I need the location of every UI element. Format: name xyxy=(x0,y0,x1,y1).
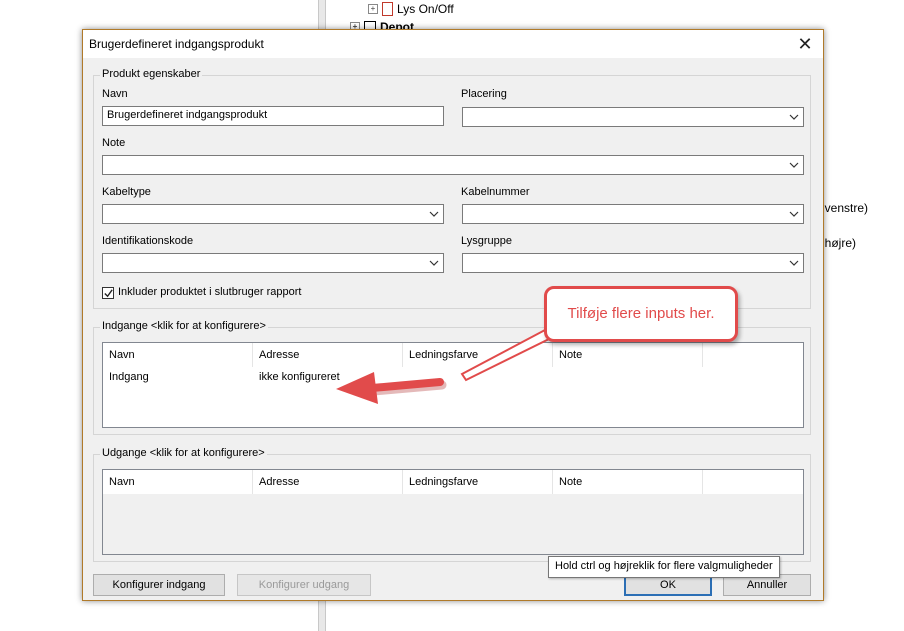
red-arrow-icon xyxy=(336,372,447,404)
callout-text: Tilføje flere inputs her. xyxy=(567,305,715,322)
annotation-callout: Tilføje flere inputs her. xyxy=(544,286,738,342)
annotation-arrow-overlay xyxy=(336,328,553,404)
callout-pointer xyxy=(460,328,553,382)
